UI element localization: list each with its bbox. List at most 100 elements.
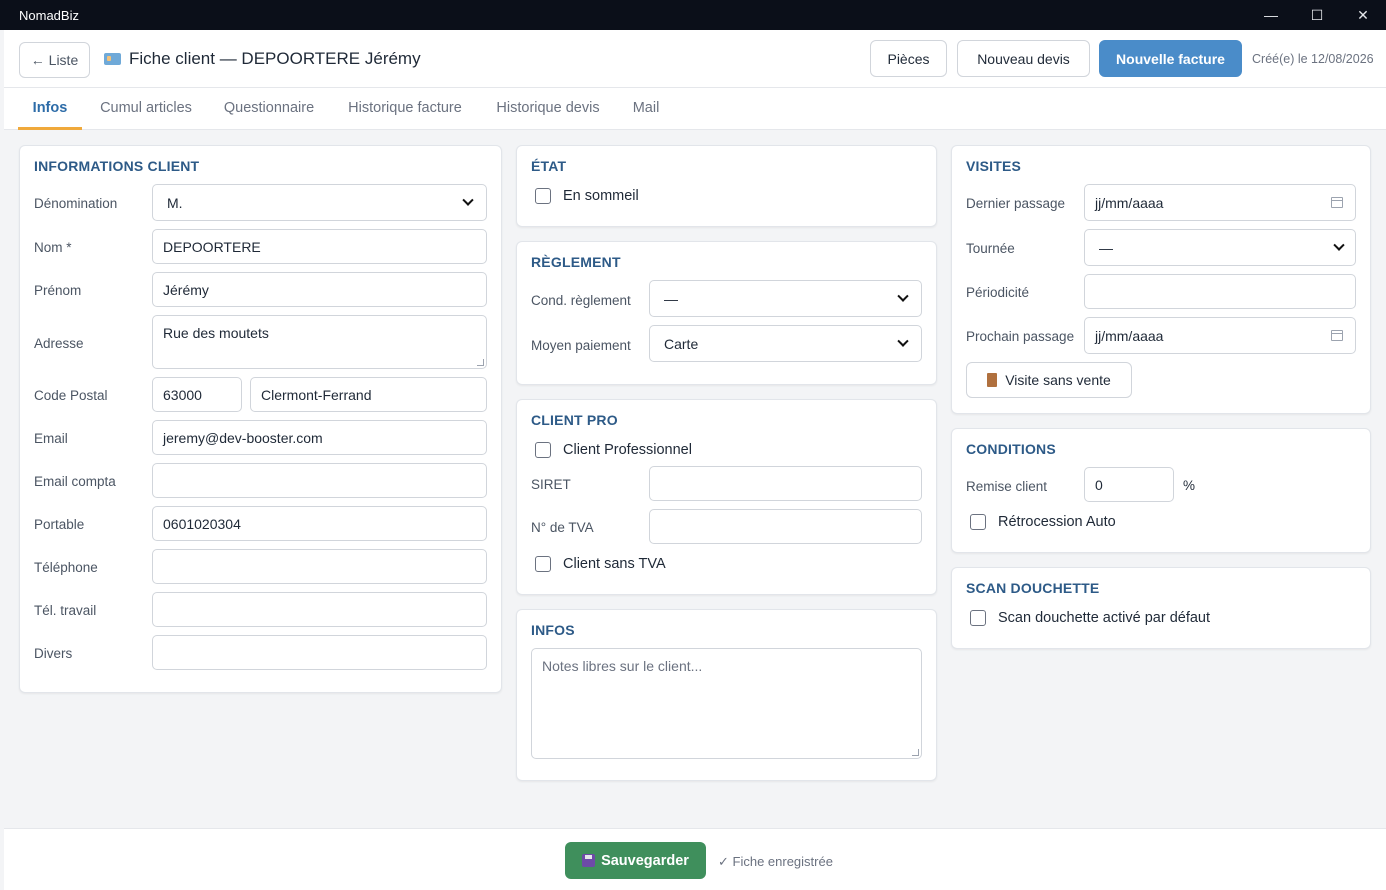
ville-input[interactable]: Clermont-Ferrand xyxy=(250,377,487,412)
chevron-down-icon xyxy=(897,335,909,347)
infos-title: INFOS xyxy=(531,622,575,638)
visite-sans-vente-label: Visite sans vente xyxy=(1005,372,1111,388)
visites-title: VISITES xyxy=(966,158,1022,174)
prochain-passage-label: Prochain passage xyxy=(966,329,1075,344)
retrocession-auto-label: Rétrocession Auto xyxy=(998,514,1116,530)
conditions-card: CONDITIONS Remise client 0 % Rétrocessio… xyxy=(951,428,1371,553)
remise-client-input[interactable]: 0 xyxy=(1084,467,1174,502)
scan-douchette-title: SCAN DOUCHETTE xyxy=(966,580,1100,596)
adresse-value: Rue des moutets xyxy=(163,325,269,341)
moyen-paiement-label: Moyen paiement xyxy=(531,338,631,353)
tab-infos[interactable]: Infos xyxy=(18,88,82,130)
tab-bar: Infos Cumul articles Questionnaire Histo… xyxy=(4,88,1386,130)
page-title-text: Fiche client — DEPOORTERE Jérémy xyxy=(129,49,421,68)
reglement-card: RÈGLEMENT Cond. règlement — Moyen paieme… xyxy=(516,241,937,385)
email-label: Email xyxy=(34,431,68,446)
denomination-label: Dénomination xyxy=(34,196,118,211)
resize-handle-icon[interactable] xyxy=(477,359,484,366)
client-professionnel-checkbox[interactable] xyxy=(535,442,551,458)
prenom-label: Prénom xyxy=(34,283,82,298)
tab-historique-facture[interactable]: Historique facture xyxy=(340,88,470,130)
pieces-button[interactable]: Pièces xyxy=(870,40,947,77)
email-compta-input[interactable] xyxy=(152,463,487,498)
cp-label: Code Postal xyxy=(34,388,108,403)
minimize-button[interactable]: — xyxy=(1248,0,1294,30)
calendar-icon[interactable] xyxy=(1331,197,1343,208)
adresse-textarea[interactable]: Rue des moutets xyxy=(152,315,487,369)
save-button[interactable]: Sauvegarder xyxy=(565,842,706,879)
dernier-passage-date[interactable]: jj/mm/aaaa xyxy=(1084,184,1356,221)
calendar-icon[interactable] xyxy=(1331,330,1343,341)
window-titlebar: NomadBiz — ☐ ✕ xyxy=(0,0,1386,30)
scan-douchette-label: Scan douchette activé par défaut xyxy=(998,610,1211,626)
prenom-input[interactable]: Jérémy xyxy=(152,272,487,307)
prochain-passage-date[interactable]: jj/mm/aaaa xyxy=(1084,317,1356,354)
client-pro-title: CLIENT PRO xyxy=(531,412,618,428)
remise-client-label: Remise client xyxy=(966,479,1048,494)
denomination-value: M. xyxy=(167,194,183,211)
tab-historique-devis[interactable]: Historique devis xyxy=(488,88,608,130)
adresse-label: Adresse xyxy=(34,336,84,351)
remise-unit: % xyxy=(1183,478,1196,493)
tva-input[interactable] xyxy=(649,509,922,544)
divers-input[interactable] xyxy=(152,635,487,670)
email-compta-label: Email compta xyxy=(34,474,116,489)
etat-card: ÉTAT En sommeil xyxy=(516,145,937,227)
prochain-passage-value: jj/mm/aaaa xyxy=(1095,327,1164,344)
visite-sans-vente-button[interactable]: Visite sans vente xyxy=(966,362,1132,398)
tel-travail-input[interactable] xyxy=(152,592,487,627)
dernier-passage-value: jj/mm/aaaa xyxy=(1095,194,1164,211)
back-to-list-button[interactable]: ← Liste xyxy=(19,42,90,78)
periodicite-input[interactable] xyxy=(1084,274,1356,309)
cond-reglement-value: — xyxy=(664,290,678,307)
id-card-icon xyxy=(104,53,121,65)
tab-questionnaire[interactable]: Questionnaire xyxy=(216,88,322,130)
tab-cumul-articles[interactable]: Cumul articles xyxy=(92,88,200,130)
email-input[interactable]: jeremy@dev-booster.com xyxy=(152,420,487,455)
cond-reglement-label: Cond. règlement xyxy=(531,293,631,308)
dernier-passage-label: Dernier passage xyxy=(966,196,1066,211)
tel-travail-label: Tél. travail xyxy=(34,603,97,618)
portable-input[interactable]: 0601020304 xyxy=(152,506,487,541)
notes-placeholder: Notes libres sur le client... xyxy=(542,658,703,674)
retrocession-auto-checkbox[interactable] xyxy=(970,514,986,530)
client-info-title: INFORMATIONS CLIENT xyxy=(34,158,200,174)
tab-mail[interactable]: Mail xyxy=(624,88,668,130)
divers-label: Divers xyxy=(34,646,73,661)
visites-card: VISITES Dernier passage jj/mm/aaaa Tourn… xyxy=(951,145,1371,414)
infos-card: INFOS Notes libres sur le client... xyxy=(516,609,937,781)
telephone-label: Téléphone xyxy=(34,560,98,575)
maximize-button[interactable]: ☐ xyxy=(1294,0,1340,30)
notes-textarea[interactable]: Notes libres sur le client... xyxy=(531,648,922,759)
siret-input[interactable] xyxy=(649,466,922,501)
page-title: Fiche client — DEPOORTERE Jérémy xyxy=(104,49,421,69)
telephone-input[interactable] xyxy=(152,549,487,584)
reglement-title: RÈGLEMENT xyxy=(531,254,621,270)
floppy-disk-icon xyxy=(582,854,596,867)
client-info-card: INFORMATIONS CLIENT Dénomination M. Nom … xyxy=(19,145,502,693)
resize-handle-icon[interactable] xyxy=(912,749,919,756)
chevron-down-icon xyxy=(897,290,909,302)
denomination-select[interactable]: M. xyxy=(152,184,487,221)
app-title: NomadBiz xyxy=(19,7,79,23)
scan-douchette-checkbox[interactable] xyxy=(970,610,986,626)
tournee-label: Tournée xyxy=(966,241,1015,256)
tournee-select[interactable]: — xyxy=(1084,229,1356,266)
periodicite-label: Périodicité xyxy=(966,285,1030,300)
new-quote-button[interactable]: Nouveau devis xyxy=(957,40,1090,77)
moyen-paiement-select[interactable]: Carte xyxy=(649,325,922,362)
door-icon xyxy=(987,373,998,387)
new-invoice-button[interactable]: Nouvelle facture xyxy=(1099,40,1242,77)
client-sans-tva-checkbox[interactable] xyxy=(535,556,551,572)
client-pro-card: CLIENT PRO Client Professionnel SIRET N°… xyxy=(516,399,937,595)
created-date: Créé(e) le 12/08/2026 xyxy=(1252,52,1374,66)
chevron-down-icon xyxy=(1333,239,1345,251)
en-sommeil-checkbox[interactable] xyxy=(535,188,551,204)
cond-reglement-select[interactable]: — xyxy=(649,280,922,317)
code-postal-input[interactable]: 63000 xyxy=(152,377,242,412)
moyen-paiement-value: Carte xyxy=(664,335,699,352)
close-button[interactable]: ✕ xyxy=(1340,0,1386,30)
page-header: ← Liste Fiche client — DEPOORTERE Jérémy… xyxy=(4,30,1386,88)
chevron-down-icon xyxy=(462,194,474,206)
nom-input[interactable]: DEPOORTERE xyxy=(152,229,487,264)
